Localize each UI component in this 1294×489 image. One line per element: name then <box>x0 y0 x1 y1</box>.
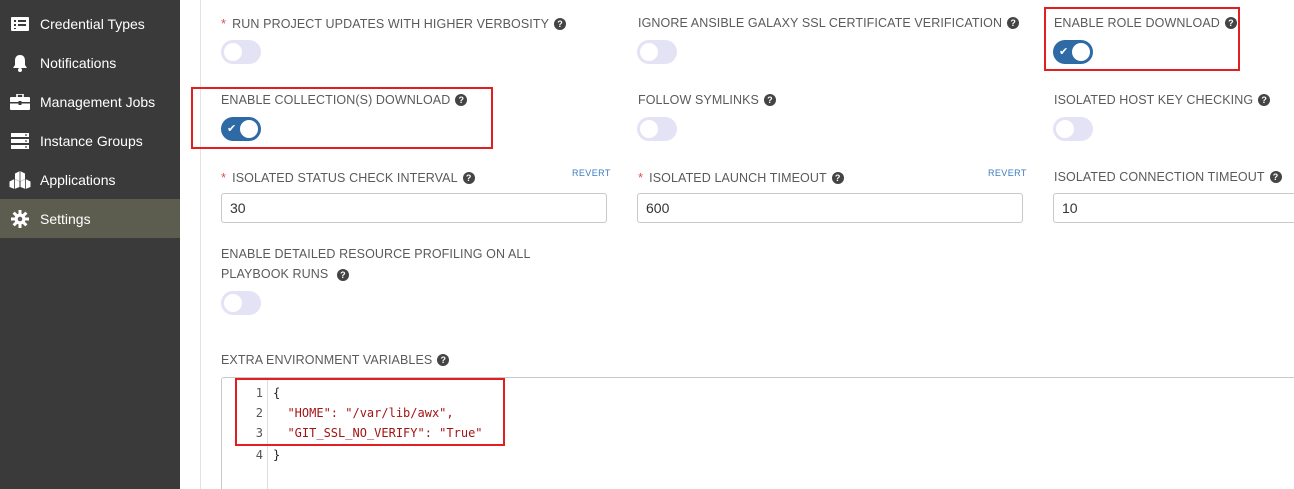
content-divider <box>200 0 201 489</box>
enable-collections-download-label-text: ENABLE COLLECTION(S) DOWNLOAD <box>221 93 451 107</box>
briefcase-icon <box>0 93 40 110</box>
toggle-knob <box>1072 43 1090 61</box>
ignore-galaxy-ssl-toggle[interactable] <box>637 40 677 64</box>
line-number: 4 <box>255 448 263 462</box>
server-icon <box>0 132 40 149</box>
code-line: "HOME": "/var/lib/awx", <box>273 406 454 420</box>
extra-env-vars-label: EXTRA ENVIRONMENT VARIABLES ? <box>221 353 450 367</box>
extra-env-vars-editor[interactable]: 1 2 3 4 { "HOME": "/var/lib/awx", "GIT_S… <box>221 377 1294 489</box>
help-icon[interactable]: ? <box>1007 17 1020 29</box>
gear-icon <box>0 209 40 228</box>
isolated-connection-timeout-label: ISOLATED CONNECTION TIMEOUT ? <box>1054 170 1282 184</box>
help-icon[interactable]: ? <box>455 94 468 106</box>
sidebar-item-label: Settings <box>40 210 91 227</box>
sidebar-item-credential-types[interactable]: Credential Types <box>0 4 180 43</box>
sidebar-item-label: Applications <box>40 171 116 188</box>
detailed-profiling-label-text: ENABLE DETAILED RESOURCE PROFILING ON AL… <box>221 247 531 281</box>
isolated-host-key-checking-toggle[interactable] <box>1053 117 1093 141</box>
code-line: "GIT_SSL_NO_VERIFY": "True" <box>273 426 483 440</box>
bell-icon <box>0 54 40 72</box>
enable-collections-download-label: ENABLE COLLECTION(S) DOWNLOAD ? <box>221 93 468 107</box>
run-project-updates-label-text: RUN PROJECT UPDATES WITH HIGHER VERBOSIT… <box>232 16 550 31</box>
help-icon[interactable]: ? <box>462 171 475 184</box>
sidebar-item-instance-groups[interactable]: Instance Groups <box>0 121 180 160</box>
sidebar-item-management-jobs[interactable]: Management Jobs <box>0 82 180 121</box>
toggle-knob <box>224 43 242 61</box>
sidebar-item-label: Credential Types <box>40 15 145 32</box>
check-icon: ✔ <box>1059 46 1069 58</box>
sidebar-item-notifications[interactable]: Notifications <box>0 43 180 82</box>
required-marker: * <box>221 16 227 31</box>
follow-symlinks-label-text: FOLLOW SYMLINKS <box>638 93 759 107</box>
revert-launch-timeout-link[interactable]: REVERT <box>988 168 1027 178</box>
enable-role-download-toggle[interactable]: ✔ <box>1053 40 1093 64</box>
isolated-launch-timeout-input[interactable]: 600 <box>637 193 1023 223</box>
ignore-galaxy-ssl-label: IGNORE ANSIBLE GALAXY SSL CERTIFICATE VE… <box>638 16 1020 30</box>
help-icon[interactable]: ? <box>763 94 776 106</box>
isolated-host-key-checking-label-text: ISOLATED HOST KEY CHECKING <box>1054 93 1254 107</box>
help-icon[interactable]: ? <box>437 354 450 366</box>
sidebar-item-settings[interactable]: Settings <box>0 199 180 238</box>
help-icon[interactable]: ? <box>554 17 567 30</box>
run-project-updates-toggle[interactable] <box>221 40 261 64</box>
cubes-icon <box>0 170 40 189</box>
help-icon[interactable]: ? <box>1269 171 1282 183</box>
ignore-galaxy-ssl-label-text: IGNORE ANSIBLE GALAXY SSL CERTIFICATE VE… <box>638 16 1003 30</box>
isolated-connection-timeout-input[interactable]: 10 <box>1053 193 1294 223</box>
isolated-status-check-interval-label-text: ISOLATED STATUS CHECK INTERVAL <box>232 170 458 185</box>
toggle-knob <box>224 294 242 312</box>
isolated-launch-timeout-label: * ISOLATED LAUNCH TIMEOUT ? <box>638 170 844 185</box>
detailed-profiling-toggle[interactable] <box>221 291 261 315</box>
credential-types-icon <box>0 16 40 31</box>
code-line: { <box>273 386 281 400</box>
sidebar-item-label: Notifications <box>40 54 117 71</box>
check-icon: ✔ <box>227 123 237 135</box>
isolated-host-key-checking-label: ISOLATED HOST KEY CHECKING ? <box>1054 93 1271 107</box>
isolated-launch-timeout-label-text: ISOLATED LAUNCH TIMEOUT <box>649 170 827 185</box>
sidebar-item-label: Instance Groups <box>40 132 143 149</box>
code-line: } <box>273 448 281 462</box>
enable-role-download-label-text: ENABLE ROLE DOWNLOAD <box>1054 16 1220 30</box>
run-project-updates-label: * RUN PROJECT UPDATES WITH HIGHER VERBOS… <box>221 16 567 31</box>
enable-collections-download-toggle[interactable]: ✔ <box>221 117 261 141</box>
follow-symlinks-toggle[interactable] <box>637 117 677 141</box>
toggle-knob <box>240 120 258 138</box>
toggle-knob <box>640 120 658 138</box>
isolated-status-check-interval-label: * ISOLATED STATUS CHECK INTERVAL ? <box>221 170 475 185</box>
isolated-connection-timeout-label-text: ISOLATED CONNECTION TIMEOUT <box>1054 170 1265 184</box>
help-icon[interactable]: ? <box>1258 94 1271 106</box>
extra-env-vars-label-text: EXTRA ENVIRONMENT VARIABLES <box>221 353 433 367</box>
sidebar-item-label: Management Jobs <box>40 93 156 110</box>
sidebar: Credential Types Notifications Managemen… <box>0 0 180 489</box>
required-marker: * <box>221 170 227 185</box>
help-icon[interactable]: ? <box>831 171 844 184</box>
help-icon[interactable]: ? <box>1224 17 1237 29</box>
detailed-profiling-label: ENABLE DETAILED RESOURCE PROFILING ON AL… <box>221 244 601 284</box>
editor-gutter: 1 2 3 4 <box>222 378 268 489</box>
toggle-knob <box>640 43 658 61</box>
isolated-status-check-interval-input[interactable]: 30 <box>221 193 607 223</box>
toggle-knob <box>1056 120 1074 138</box>
line-number: 2 <box>255 406 263 420</box>
help-icon[interactable]: ? <box>336 268 349 281</box>
revert-status-check-interval-link[interactable]: REVERT <box>572 168 611 178</box>
required-marker: * <box>638 170 644 185</box>
follow-symlinks-label: FOLLOW SYMLINKS ? <box>638 93 776 107</box>
line-number: 3 <box>255 426 263 440</box>
enable-role-download-label: ENABLE ROLE DOWNLOAD ? <box>1054 16 1237 30</box>
line-number: 1 <box>255 386 263 400</box>
sidebar-item-applications[interactable]: Applications <box>0 160 180 199</box>
